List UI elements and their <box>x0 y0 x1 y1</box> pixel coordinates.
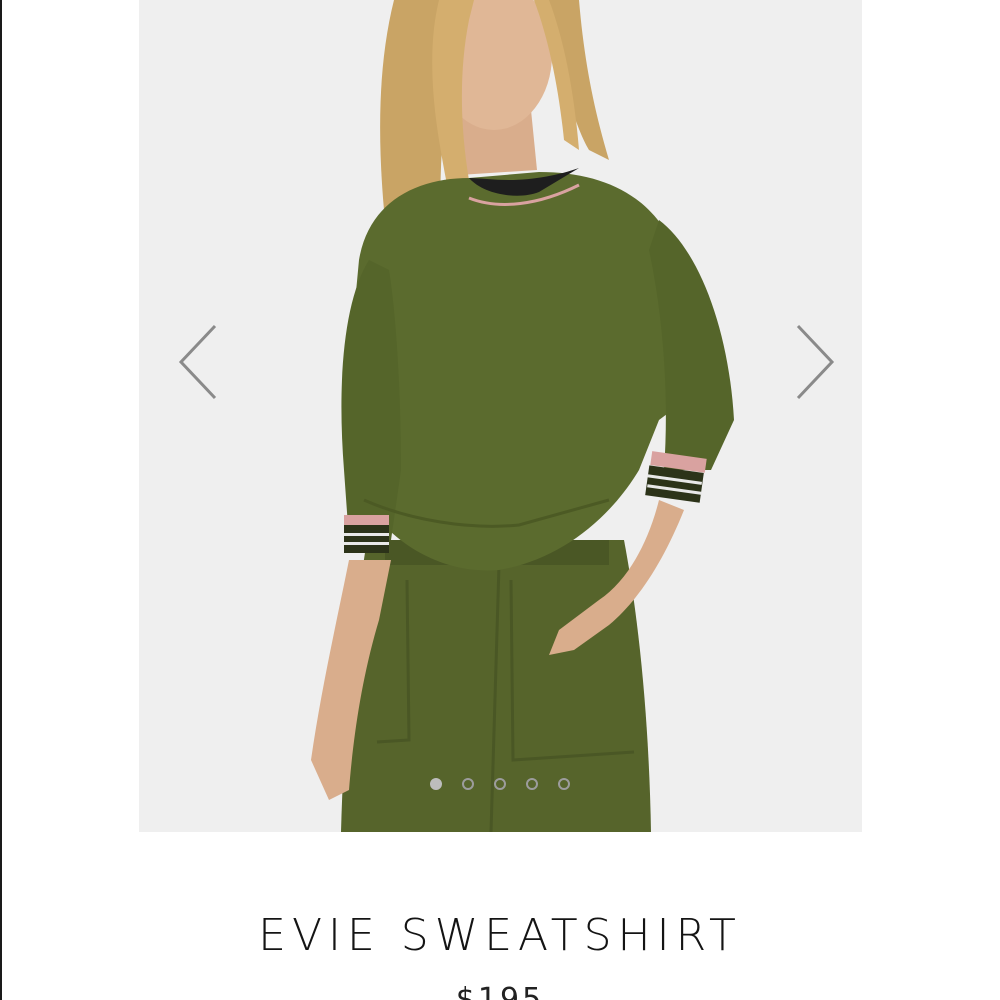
product-photo-illustration <box>139 0 862 832</box>
gallery-dot-4[interactable] <box>526 778 538 790</box>
previous-image-button[interactable] <box>175 320 225 404</box>
next-image-button[interactable] <box>788 320 838 404</box>
chevron-right-icon <box>796 324 835 400</box>
gallery-dot-1[interactable] <box>430 778 442 790</box>
image-gallery <box>0 0 1000 832</box>
chevron-left-icon <box>178 324 217 400</box>
product-title: EVIE SWEATSHIRT <box>258 910 742 961</box>
gallery-dot-2[interactable] <box>462 778 474 790</box>
gallery-pagination <box>0 778 1000 790</box>
gallery-dot-5[interactable] <box>558 778 570 790</box>
product-price: $195 <box>455 982 545 1000</box>
product-page: EVIE SWEATSHIRT $195 <box>0 0 1000 1000</box>
gallery-dot-3[interactable] <box>494 778 506 790</box>
product-photo[interactable] <box>139 0 862 832</box>
